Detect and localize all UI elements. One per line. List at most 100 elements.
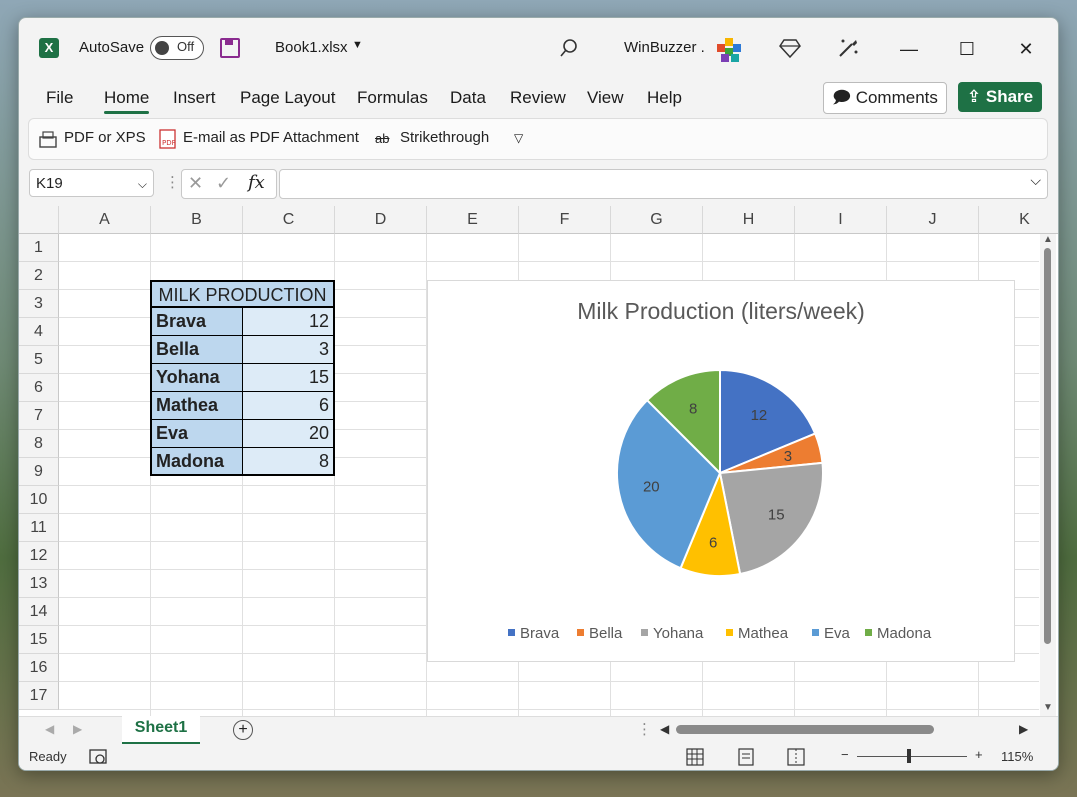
column-header[interactable]: F — [519, 206, 611, 234]
close-button[interactable]: ✕ — [1006, 34, 1046, 64]
column-header[interactable]: D — [335, 206, 427, 234]
table-header[interactable]: MILK PRODUCTION — [150, 280, 335, 308]
menu-help[interactable]: Help — [647, 88, 682, 108]
pie-chart[interactable]: Milk Production (liters/week) 12 3 15 6 20 8 … — [427, 280, 1015, 662]
name-box[interactable]: K19 ⌵ — [29, 169, 154, 197]
zoom-level[interactable]: 115% — [1001, 749, 1033, 764]
sheet-tab-sheet1[interactable]: Sheet1 — [122, 716, 200, 745]
row-header[interactable]: 6 — [19, 374, 59, 402]
tab-split-handle-icon[interactable]: ⋮ — [637, 720, 652, 738]
menu-home[interactable]: Home — [104, 88, 150, 114]
expand-formula-chevron-icon[interactable]: ⌵ — [1030, 172, 1041, 189]
share-button[interactable]: ⇪ Share — [958, 82, 1042, 112]
pdf-xps-button[interactable]: PDF or XPS — [64, 129, 146, 146]
vertical-scrollbar[interactable]: ▲ ▼ — [1040, 234, 1056, 716]
diamond-premium-icon[interactable] — [779, 38, 801, 58]
prev-sheet-icon[interactable]: ◀ — [45, 722, 54, 736]
table-value-cell[interactable]: 15 — [243, 364, 335, 392]
menu-insert[interactable]: Insert — [173, 88, 216, 108]
customize-qat-chevron-icon[interactable]: ▽ — [514, 131, 523, 145]
menu-file[interactable]: File — [46, 88, 73, 108]
worksheet-grid[interactable]: ABCDEFGHIJK 1 2 3 4 5 6 7 8 9 10 11 12 13 14 15 16 17 MI… — [19, 206, 1058, 716]
user-name[interactable]: WinBuzzer . — [624, 39, 705, 56]
table-value-cell[interactable]: 12 — [243, 308, 335, 336]
menu-page-layout[interactable]: Page Layout — [240, 88, 335, 108]
table-name-cell[interactable]: Eva — [150, 420, 243, 448]
row-header[interactable]: 4 — [19, 318, 59, 346]
menu-review[interactable]: Review — [510, 88, 566, 108]
column-header[interactable]: I — [795, 206, 887, 234]
next-sheet-icon[interactable]: ▶ — [73, 722, 82, 736]
row-header[interactable]: 10 — [19, 486, 59, 514]
scroll-up-icon[interactable]: ▲ — [1043, 234, 1053, 245]
drag-handle-icon[interactable]: ⋮ — [165, 173, 180, 191]
row-header[interactable]: 5 — [19, 346, 59, 374]
designer-pen-icon[interactable] — [837, 37, 859, 59]
scroll-left-icon[interactable]: ◀ — [660, 722, 669, 736]
cancel-icon[interactable]: ✕ — [188, 173, 203, 194]
table-name-cell[interactable]: Bella — [150, 336, 243, 364]
column-header[interactable]: J — [887, 206, 979, 234]
name-box-chevron-icon[interactable]: ⌵ — [138, 170, 147, 198]
zoom-slider-thumb[interactable] — [907, 749, 911, 763]
row-header[interactable]: 7 — [19, 402, 59, 430]
column-header[interactable]: H — [703, 206, 795, 234]
file-menu-chevron-icon[interactable]: ▼ — [352, 39, 363, 51]
zoom-in-button[interactable]: + — [975, 747, 983, 762]
row-header[interactable]: 3 — [19, 290, 59, 318]
column-header[interactable]: B — [151, 206, 243, 234]
table-value-cell[interactable]: 6 — [243, 392, 335, 420]
search-icon[interactable] — [559, 38, 579, 58]
page-layout-view-icon[interactable] — [737, 748, 755, 766]
minimize-button[interactable]: — — [889, 34, 929, 64]
row-header[interactable]: 14 — [19, 598, 59, 626]
table-value-cell[interactable]: 8 — [243, 448, 335, 476]
maximize-button[interactable]: ☐ — [947, 34, 987, 64]
table-name-cell[interactable]: Mathea — [150, 392, 243, 420]
scroll-down-icon[interactable]: ▼ — [1043, 702, 1053, 713]
column-header[interactable]: K — [979, 206, 1058, 234]
row-header[interactable]: 8 — [19, 430, 59, 458]
row-header[interactable]: 16 — [19, 654, 59, 682]
table-value-cell[interactable]: 20 — [243, 420, 335, 448]
horizontal-scroll-thumb[interactable] — [676, 725, 934, 734]
row-header[interactable]: 13 — [19, 570, 59, 598]
enter-icon[interactable]: ✓ — [216, 173, 231, 194]
column-header[interactable]: A — [59, 206, 151, 234]
menu-data[interactable]: Data — [450, 88, 486, 108]
column-header[interactable]: C — [243, 206, 335, 234]
page-break-view-icon[interactable] — [787, 748, 805, 766]
accessibility-icon[interactable] — [89, 748, 107, 766]
row-header[interactable]: 17 — [19, 682, 59, 710]
table-value-cell[interactable]: 3 — [243, 336, 335, 364]
row-header[interactable]: 15 — [19, 626, 59, 654]
strikethrough-button[interactable]: Strikethrough — [400, 129, 489, 146]
insert-function-button[interactable]: fx — [248, 172, 265, 193]
table-name-cell[interactable]: Yohana — [150, 364, 243, 392]
select-all-corner[interactable] — [19, 206, 59, 234]
row-header[interactable]: 12 — [19, 542, 59, 570]
row-header[interactable]: 2 — [19, 262, 59, 290]
table-name-cell[interactable]: Madona — [150, 448, 243, 476]
file-name[interactable]: Book1.xlsx — [275, 39, 348, 56]
row-header[interactable]: 1 — [19, 234, 59, 262]
normal-view-icon[interactable] — [686, 748, 704, 766]
email-pdf-button[interactable]: E-mail as PDF Attachment — [183, 129, 359, 146]
column-header[interactable]: G — [611, 206, 703, 234]
formula-input[interactable]: ⌵ — [279, 169, 1048, 199]
table-name-cell[interactable]: Brava — [150, 308, 243, 336]
column-header[interactable]: E — [427, 206, 519, 234]
row-header[interactable]: 11 — [19, 514, 59, 542]
add-sheet-button[interactable]: + — [233, 720, 253, 740]
row-header[interactable]: 9 — [19, 458, 59, 486]
comments-button[interactable]: 🗩 Comments — [823, 82, 947, 114]
user-avatar-icon[interactable] — [715, 36, 745, 64]
zoom-out-button[interactable]: − — [841, 747, 849, 762]
save-icon[interactable] — [220, 38, 240, 58]
zoom-slider[interactable] — [857, 756, 967, 757]
menu-formulas[interactable]: Formulas — [357, 88, 428, 108]
scroll-right-icon[interactable]: ▶ — [1019, 722, 1028, 736]
autosave-toggle[interactable]: Off — [150, 36, 204, 60]
menu-view[interactable]: View — [587, 88, 624, 108]
vertical-scroll-thumb[interactable] — [1044, 248, 1051, 644]
